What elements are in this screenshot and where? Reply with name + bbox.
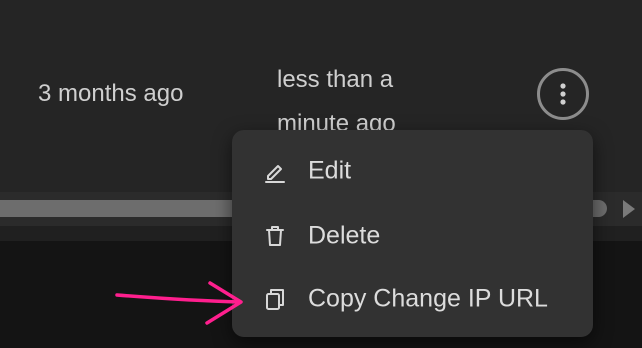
menu-item-label: Copy Change IP URL	[308, 284, 548, 313]
annotation-arrow-icon	[115, 281, 243, 325]
trash-icon	[262, 223, 288, 249]
more-vertical-icon	[560, 83, 566, 105]
row-actions-menu: Edit Delete Copy Change IP URL	[232, 130, 593, 337]
scroll-right-arrow-icon[interactable]	[622, 199, 636, 219]
menu-item-label: Delete	[308, 221, 381, 250]
edit-pencil-icon	[262, 158, 288, 184]
screen: 3 months ago less than a minute ago Edit	[0, 0, 642, 348]
menu-item-delete[interactable]: Delete	[232, 206, 593, 266]
menu-item-copy-change-ip-url[interactable]: Copy Change IP URL	[232, 269, 593, 329]
copy-icon	[262, 286, 288, 312]
row-actions-button[interactable]	[537, 68, 589, 120]
created-cell: 3 months ago	[38, 80, 184, 107]
scrollbar-thumb[interactable]	[0, 200, 240, 217]
menu-item-edit[interactable]: Edit	[232, 141, 593, 201]
menu-item-label: Edit	[308, 156, 352, 185]
